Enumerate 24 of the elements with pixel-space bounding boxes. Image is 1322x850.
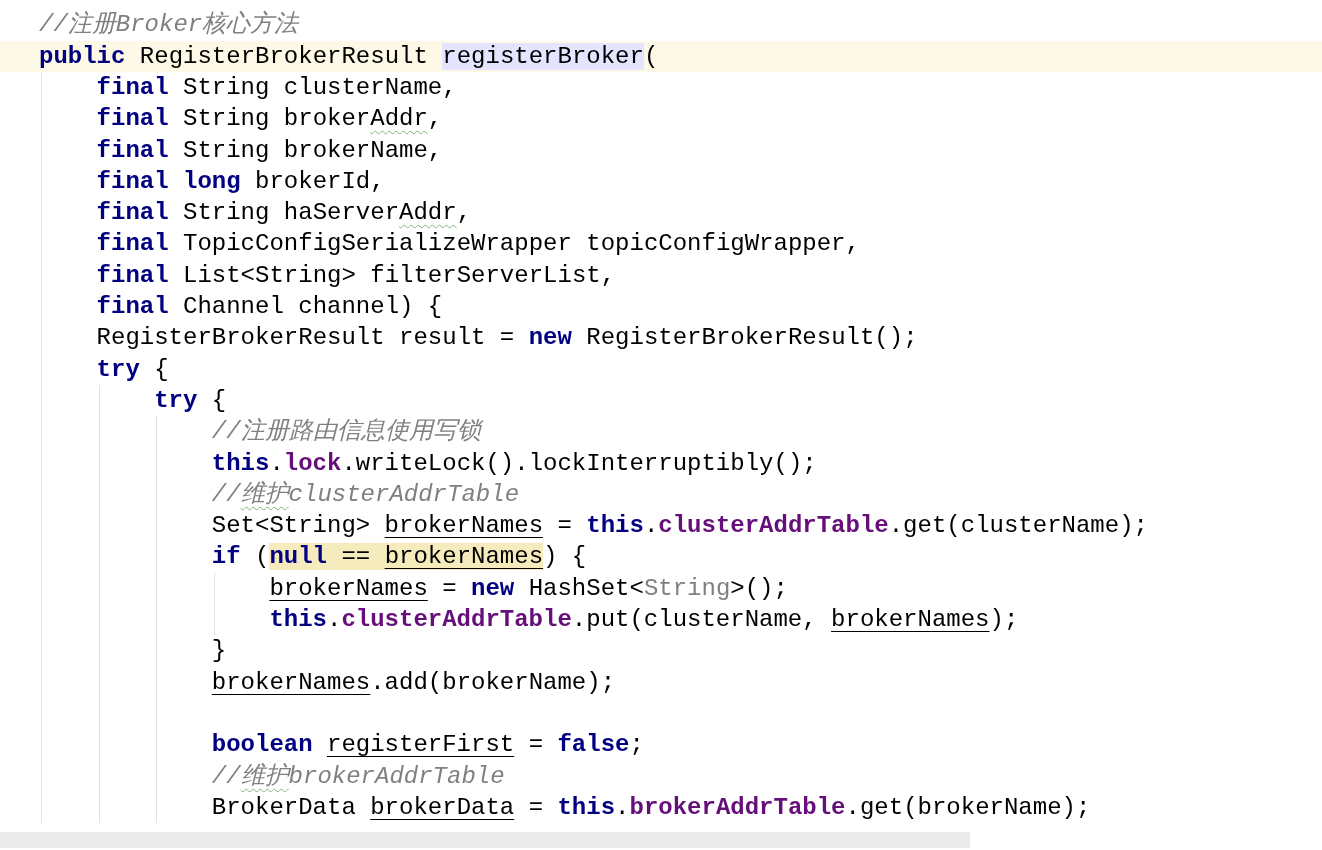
code-line: RegisterBrokerResult result = new RegisterBrokerResult();	[96, 323, 919, 354]
code-line: this.lock.writeLock().lockInterruptibly();	[211, 448, 818, 479]
code-line: BrokerData brokerData = this.brokerAddrTable.get(brokerName);	[211, 792, 1092, 823]
code-line: final Channel channel) {	[96, 292, 444, 323]
code-line: brokerNames.add(brokerName);	[211, 667, 617, 698]
code-line: try {	[154, 385, 228, 416]
code-line: final String clusterName,	[96, 73, 458, 103]
code-line: //注册Broker核心方法	[38, 9, 301, 41]
code-line: final long brokerId,	[96, 166, 386, 197]
code-line: final String brokerName,	[96, 135, 444, 166]
code-line: if (null == brokerNames) {	[211, 542, 588, 573]
code-line: //维护brokerAddrTable	[211, 761, 506, 792]
code-line: try {	[96, 354, 170, 385]
code-line: final String brokerAddr,	[96, 104, 444, 135]
code-line: //注册路由信息使用写锁	[211, 417, 484, 448]
code-line: }	[211, 636, 228, 667]
code-line: this.clusterAddrTable.put(clusterName, brokerNames);	[269, 605, 1020, 636]
code-line: final String haServerAddr,	[96, 198, 473, 229]
code-line: brokerNames = new HashSet<String>();	[269, 573, 789, 604]
code-line: boolean registerFirst = false;	[211, 730, 645, 761]
code-line: Set<String> brokerNames = this.clusterAddrTable.get(clusterName);	[211, 511, 1149, 542]
code-line: final TopicConfigSerializeWrapper topicConfigWrapper,	[96, 229, 861, 260]
code-line: //维护clusterAddrTable	[211, 479, 521, 510]
code-line: final List<String> filterServerList,	[96, 260, 617, 291]
